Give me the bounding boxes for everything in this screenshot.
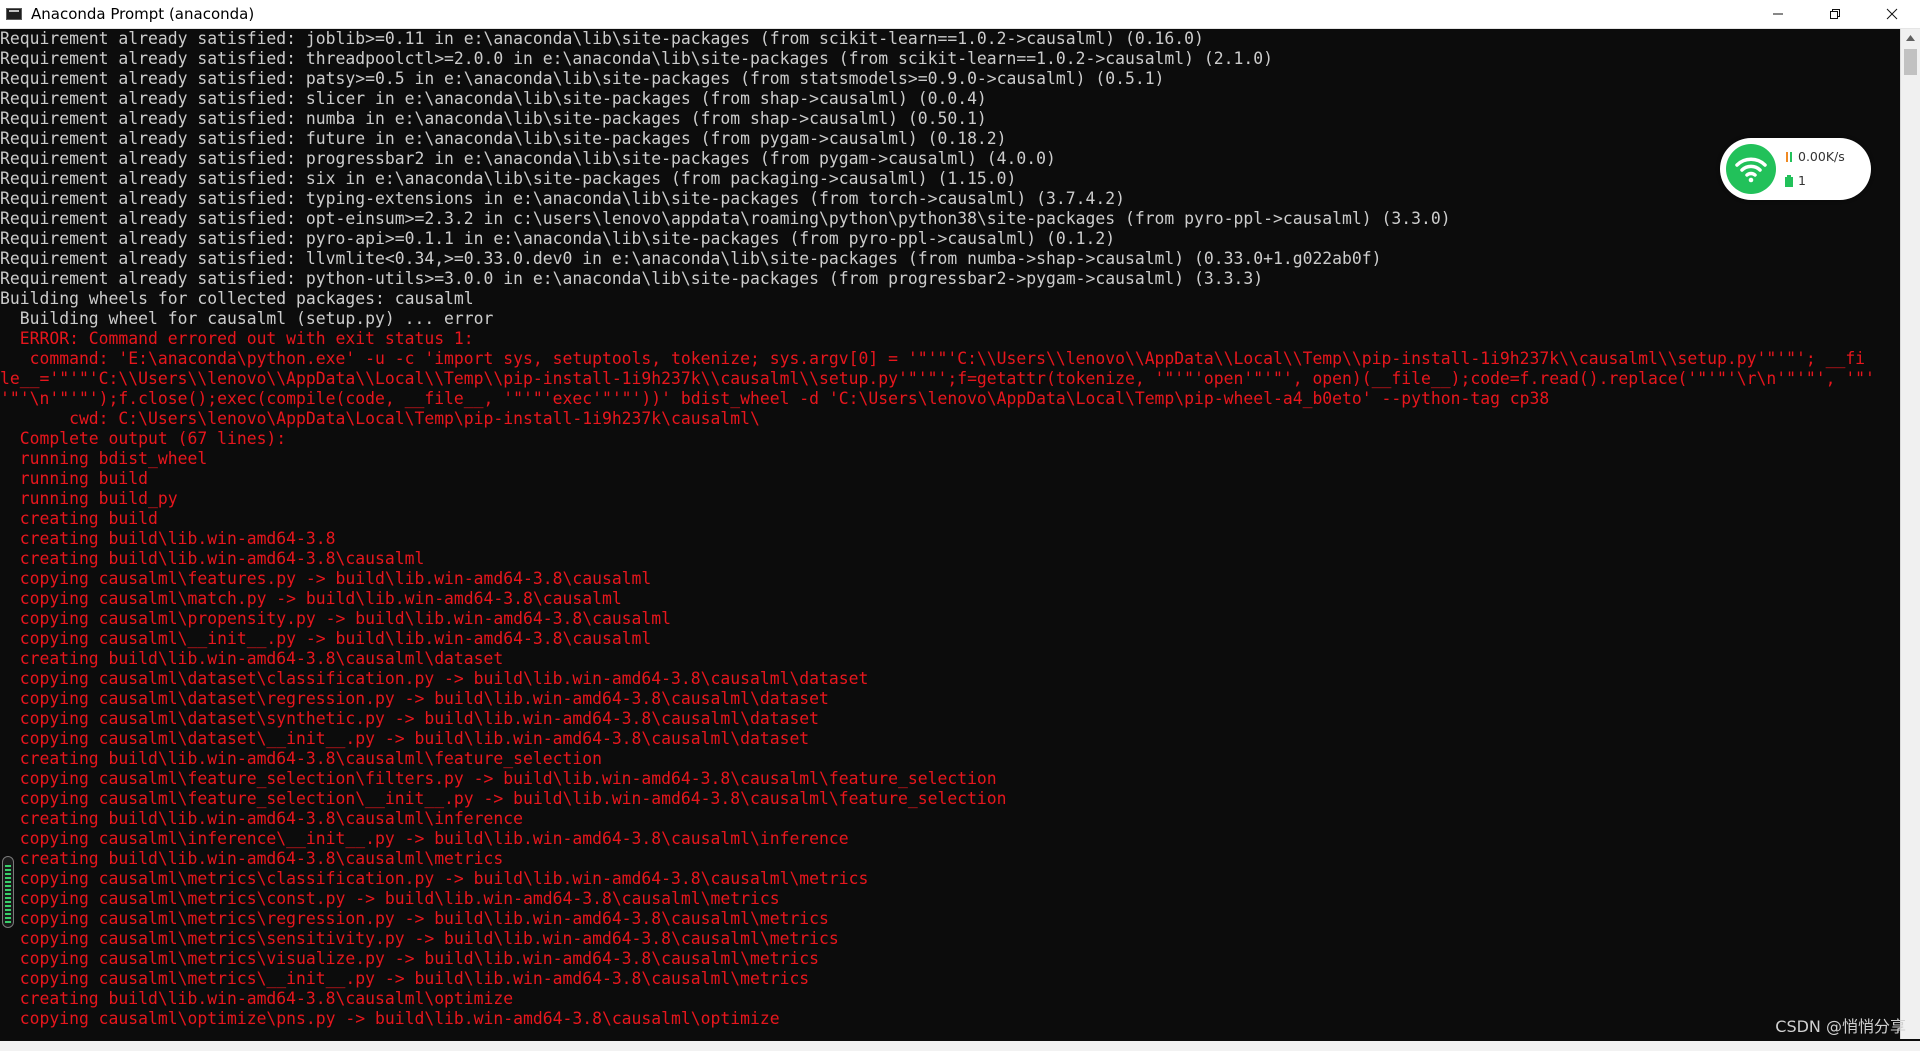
bottom-strip (0, 1041, 1920, 1051)
console-line: creating build\lib.win-amd64-3.8\causalm… (0, 989, 514, 1008)
minimize-button[interactable] (1749, 0, 1806, 29)
console-line: Requirement already satisfied: python-ut… (0, 269, 1264, 288)
scroll-thumb[interactable] (1904, 49, 1917, 75)
battery-icon (1784, 175, 1794, 187)
close-icon (1886, 8, 1897, 20)
console-line: creating build\lib.win-amd64-3.8 (0, 529, 336, 548)
console-line: copying causalml\dataset\classification.… (0, 669, 869, 688)
console-line: Requirement already satisfied: pyro-api>… (0, 229, 1116, 248)
console-line: copying causalml\inference\__init__.py -… (0, 829, 849, 848)
console-line: Requirement already satisfied: slicer in… (0, 89, 987, 108)
console-line: creating build\lib.win-amd64-3.8\causalm… (0, 849, 504, 868)
console-line: creating build\lib.win-amd64-3.8\causalm… (0, 809, 524, 828)
window-title: Anaconda Prompt (anaconda) (31, 5, 255, 23)
console-line: running build (0, 469, 149, 488)
network-info: 0.00K/s 1 (1784, 145, 1845, 193)
console-line: '"'\n'"'"');f.close();exec(compile(code,… (0, 389, 1550, 408)
console-line: Requirement already satisfied: joblib>=0… (0, 29, 1204, 48)
console-line: copying causalml\__init__.py -> build\li… (0, 629, 652, 648)
console-line: copying causalml\feature_selection\__ini… (0, 789, 1007, 808)
vertical-scrollbar[interactable] (1900, 29, 1920, 1039)
chevron-up-icon (1906, 35, 1915, 41)
console-line: creating build\lib.win-amd64-3.8\causalm… (0, 749, 602, 768)
console-line: Requirement already satisfied: six in e:… (0, 169, 1017, 188)
console-line: running bdist_wheel (0, 449, 208, 468)
console-line: copying causalml\metrics\classification.… (0, 869, 869, 888)
scroll-up-button[interactable] (1901, 29, 1920, 47)
window-controls (1749, 0, 1920, 29)
speed-value: 0.00K/s (1798, 149, 1845, 164)
count-value: 1 (1798, 173, 1806, 188)
close-button[interactable] (1863, 0, 1920, 29)
console-line: copying causalml\dataset\__init__.py -> … (0, 729, 810, 748)
side-level-meter (2, 856, 14, 928)
restore-button[interactable] (1806, 0, 1863, 29)
console-line: creating build\lib.win-amd64-3.8\causalm… (0, 549, 425, 568)
console-line: creating build (0, 509, 158, 528)
console-line: copying causalml\match.py -> build\lib.w… (0, 589, 622, 608)
console-line: copying causalml\propensity.py -> build\… (0, 609, 672, 628)
console-line: copying causalml\metrics\regression.py -… (0, 909, 829, 928)
console-line: creating build\lib.win-amd64-3.8\causalm… (0, 649, 504, 668)
console-line: Requirement already satisfied: progressb… (0, 149, 1056, 168)
title-bar[interactable]: Anaconda Prompt (anaconda) (0, 0, 1920, 29)
console-line: running build_py (0, 489, 178, 508)
console-line: copying causalml\optimize\pns.py -> buil… (0, 1009, 780, 1028)
console-line: command: 'E:\anaconda\python.exe' -u -c … (0, 349, 1866, 368)
console-line: Requirement already satisfied: typing-ex… (0, 189, 1125, 208)
console-app-icon (6, 8, 22, 20)
console-line: copying causalml\metrics\sensitivity.py … (0, 929, 839, 948)
up-down-arrows-icon (1784, 151, 1794, 163)
network-speed-widget[interactable]: 0.00K/s 1 (1720, 138, 1871, 200)
terminal-window: Anaconda Prompt (anaconda) Requirement a… (0, 0, 1920, 1051)
minimize-icon (1772, 13, 1783, 15)
watermark-text: CSDN @悄悄分享 (1775, 1017, 1906, 1036)
console-line: Complete output (67 lines): (0, 429, 287, 448)
console-line: copying causalml\dataset\synthetic.py ->… (0, 709, 820, 728)
console-line: copying causalml\metrics\__init__.py -> … (0, 969, 810, 988)
speed-row: 0.00K/s (1784, 145, 1845, 169)
console-line: Building wheels for collected packages: … (0, 289, 474, 308)
console-line: ERROR: Command errored out with exit sta… (0, 329, 474, 348)
console-line: Requirement already satisfied: patsy>=0.… (0, 69, 1165, 88)
console-line: copying causalml\feature_selection\filte… (0, 769, 997, 788)
console-line: Requirement already satisfied: llvmlite<… (0, 249, 1382, 268)
console-line: le__='"'"'C:\\Users\\lenovo\\AppData\\Lo… (0, 369, 1875, 388)
console-line: Requirement already satisfied: numba in … (0, 109, 987, 128)
console-line: copying causalml\features.py -> build\li… (0, 569, 652, 588)
console-line: Building wheel for causalml (setup.py) .… (0, 309, 494, 328)
console-line: Requirement already satisfied: opt-einsu… (0, 209, 1451, 228)
level-fill (5, 865, 11, 925)
count-row: 1 (1784, 169, 1845, 193)
console-line: Requirement already satisfied: future in… (0, 129, 1007, 148)
wifi-icon (1726, 144, 1776, 194)
restore-icon (1829, 9, 1840, 19)
console-output[interactable]: Requirement already satisfied: joblib>=0… (0, 29, 1900, 1039)
console-line: cwd: C:\Users\lenovo\AppData\Local\Temp\… (0, 409, 760, 428)
console-line: Requirement already satisfied: threadpoo… (0, 49, 1273, 68)
console-line: copying causalml\metrics\visualize.py ->… (0, 949, 820, 968)
console-line: copying causalml\dataset\regression.py -… (0, 689, 829, 708)
console-line: copying causalml\metrics\const.py -> bui… (0, 889, 780, 908)
